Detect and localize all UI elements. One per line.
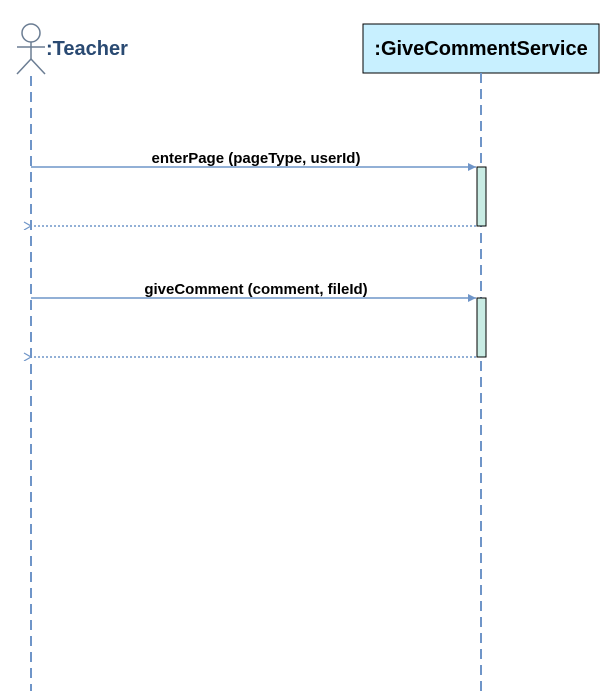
teacher-participant: :Teacher xyxy=(16,23,128,75)
message-label: enterPage (pageType, userId) xyxy=(152,150,361,167)
service-label: :GiveCommentService xyxy=(374,38,587,60)
message-enter-page: enterPage (pageType, userId) xyxy=(31,150,476,171)
message-give-comment: giveComment (comment, fileId) xyxy=(31,281,476,302)
service-participant: :GiveCommentService xyxy=(362,23,600,74)
activation-bar-1 xyxy=(476,166,487,227)
sequence-diagram: :Teacher :GiveCommentService enterPage (… xyxy=(16,23,600,691)
message-label: giveComment (comment, fileId) xyxy=(144,281,367,298)
activation-bar-2 xyxy=(476,297,487,358)
teacher-label: :Teacher xyxy=(46,38,128,60)
actor-icon xyxy=(16,23,46,75)
